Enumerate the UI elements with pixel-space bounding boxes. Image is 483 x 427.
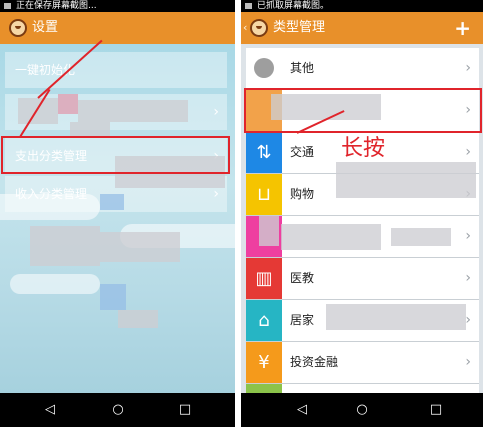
screenshot-icon xyxy=(245,3,252,9)
category-label: 购物 xyxy=(290,187,315,201)
add-category-button[interactable]: + xyxy=(454,12,471,44)
blurred-region xyxy=(70,122,110,136)
back-nav-icon[interactable]: ◁ xyxy=(35,393,65,427)
highlight-box xyxy=(244,88,482,133)
category-label: 其他 xyxy=(290,61,315,75)
blurred-region xyxy=(100,232,180,262)
app-bar: 设置 xyxy=(0,12,235,44)
yen-icon: ¥ xyxy=(246,342,282,383)
blurred-region xyxy=(336,162,476,198)
basket-icon: ⊔ xyxy=(246,174,282,215)
page-title: 类型管理 xyxy=(273,20,326,35)
app-bar: ‹ 类型管理 + xyxy=(241,12,483,44)
status-text: 正在保存屏幕截图... xyxy=(16,1,97,11)
category-row-other[interactable]: 其他 › xyxy=(246,48,479,89)
chevron-right-icon: › xyxy=(465,354,471,370)
blurred-region xyxy=(281,224,381,250)
minus-icon xyxy=(246,48,282,89)
chevron-right-icon: › xyxy=(465,228,471,244)
settings-item-reset[interactable]: 一键初始化 xyxy=(5,52,227,88)
navigation-bar: ◁ ○ □ xyxy=(0,393,235,427)
status-bar: 正在保存屏幕截图... xyxy=(0,0,235,12)
app-logo-icon[interactable] xyxy=(9,19,27,37)
status-bar: 已抓取屏幕截图。 xyxy=(241,0,483,12)
settings-item-label: 收入分类管理 xyxy=(15,187,88,201)
blurred-region xyxy=(18,98,58,124)
chevron-right-icon: › xyxy=(213,104,219,120)
category-label: 居家 xyxy=(290,313,315,327)
highlight-box xyxy=(1,136,230,174)
screenshot-icon xyxy=(4,3,11,9)
home-nav-icon[interactable]: ○ xyxy=(103,393,133,427)
category-list: 其他 › › ⇅ 交通 › ⊔ 购物 › › ▥ 医教 › ⌂ xyxy=(241,44,483,425)
category-management-screen: 已抓取屏幕截图。 ‹ 类型管理 + 其他 › › ⇅ 交通 › ⊔ 购物 › ▥… xyxy=(241,0,483,427)
page-title: 设置 xyxy=(32,20,59,35)
blurred-region xyxy=(30,226,100,266)
blurred-region xyxy=(100,284,126,310)
blurred-region xyxy=(259,216,279,246)
back-arrow-icon[interactable]: ‹ xyxy=(243,12,247,44)
chevron-right-icon: › xyxy=(465,60,471,76)
chevron-right-icon: › xyxy=(465,312,471,328)
settings-screen: 正在保存屏幕截图... 设置 一键初始化 › 支出分类管理 › 收入分类管理 › xyxy=(0,0,235,427)
category-row-education[interactable]: ▥ 医教 › xyxy=(246,258,479,299)
blurred-region xyxy=(58,94,78,114)
blurred-region xyxy=(118,310,158,328)
long-press-annotation: 长按 xyxy=(341,136,386,161)
recent-apps-icon[interactable]: □ xyxy=(170,393,200,427)
status-text: 已抓取屏幕截图。 xyxy=(257,1,330,11)
category-row-investment[interactable]: ¥ 投资金融 › xyxy=(246,342,479,383)
category-label: 医教 xyxy=(290,271,315,285)
book-icon: ▥ xyxy=(246,258,282,299)
minus-disc xyxy=(254,58,274,78)
recent-apps-icon[interactable]: □ xyxy=(421,393,451,427)
blurred-region xyxy=(78,100,188,122)
chevron-right-icon: › xyxy=(465,270,471,286)
road-sign-icon: ⇅ xyxy=(246,132,282,173)
category-label: 投资金融 xyxy=(290,355,339,369)
navigation-bar: ◁ ○ □ xyxy=(241,393,483,427)
blurred-region xyxy=(391,228,451,246)
category-label: 交通 xyxy=(290,145,315,159)
home-nav-icon[interactable]: ○ xyxy=(347,393,377,427)
blurred-region xyxy=(100,194,124,210)
settings-list: 一键初始化 › 支出分类管理 › 收入分类管理 › xyxy=(0,44,235,393)
house-icon: ⌂ xyxy=(246,300,282,341)
app-logo-icon[interactable] xyxy=(250,19,268,37)
back-nav-icon[interactable]: ◁ xyxy=(287,393,317,427)
cloud-decoration xyxy=(10,274,100,294)
blurred-region xyxy=(326,304,466,330)
